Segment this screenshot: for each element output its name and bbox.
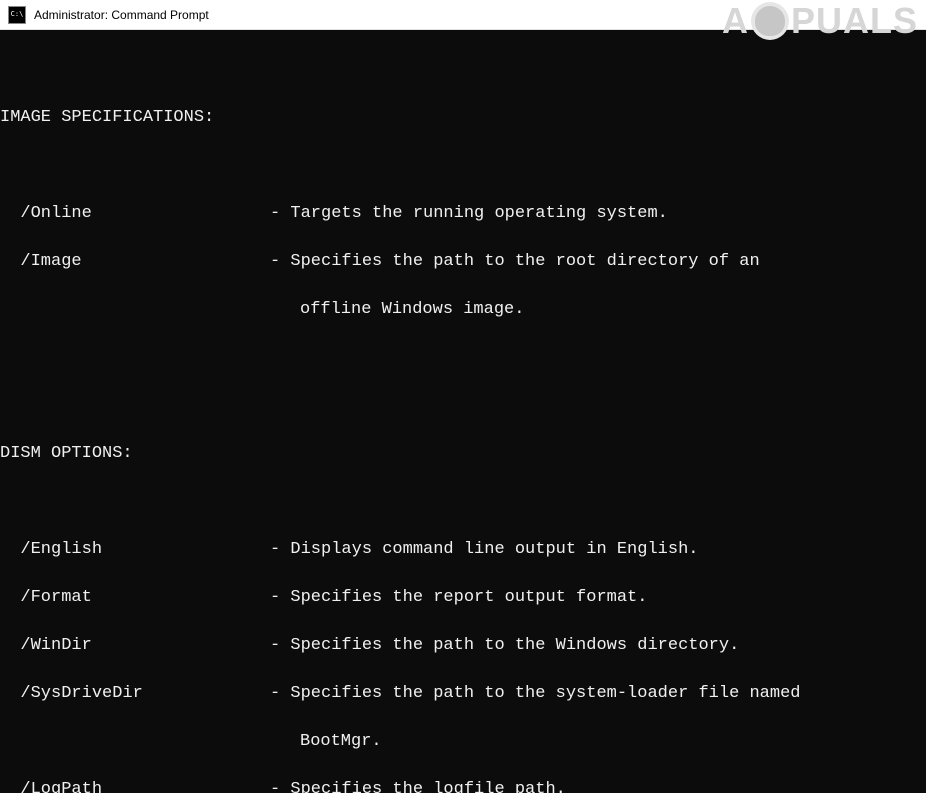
option-name: /Format xyxy=(0,586,270,610)
option-row: /Image- Specifies the path to the root d… xyxy=(0,250,926,274)
option-name: /Online xyxy=(0,202,270,226)
option-desc: Specifies the report output format. xyxy=(290,586,647,610)
option-name: /English xyxy=(0,538,270,562)
section-header-image-specs: IMAGE SPECIFICATIONS: xyxy=(0,106,926,130)
option-sep: - xyxy=(270,202,290,226)
option-row: /SysDriveDir- Specifies the path to the … xyxy=(0,682,926,706)
option-row: /WinDir- Specifies the path to the Windo… xyxy=(0,634,926,658)
option-name: /WinDir xyxy=(0,634,270,658)
option-sep: - xyxy=(270,682,290,706)
option-desc: Specifies the path to the system-loader … xyxy=(290,682,800,706)
option-desc-continuation: BootMgr. xyxy=(0,730,926,754)
watermark-suffix: PUALS xyxy=(791,0,918,42)
window-title: Administrator: Command Prompt xyxy=(34,8,209,22)
section-header-dism-options: DISM OPTIONS: xyxy=(0,442,926,466)
option-name: /LogPath xyxy=(0,778,270,793)
brand-watermark: A PUALS xyxy=(722,0,918,42)
option-sep: - xyxy=(270,538,290,562)
watermark-prefix: A xyxy=(722,0,749,42)
watermark-logo-icon xyxy=(751,2,789,40)
option-row: /English- Displays command line output i… xyxy=(0,538,926,562)
option-desc: Displays command line output in English. xyxy=(290,538,698,562)
option-desc: Specifies the path to the Windows direct… xyxy=(290,634,739,658)
option-name: /Image xyxy=(0,250,270,274)
option-row: /Format- Specifies the report output for… xyxy=(0,586,926,610)
option-sep: - xyxy=(270,250,290,274)
option-row: /Online- Targets the running operating s… xyxy=(0,202,926,226)
option-desc: Specifies the path to the root directory… xyxy=(290,250,759,274)
option-sep: - xyxy=(270,778,290,793)
cmd-icon xyxy=(8,6,26,24)
option-sep: - xyxy=(270,634,290,658)
option-desc-continuation: offline Windows image. xyxy=(0,298,926,322)
option-desc: Targets the running operating system. xyxy=(290,202,667,226)
terminal-viewport[interactable]: IMAGE SPECIFICATIONS: /Online- Targets t… xyxy=(0,30,926,793)
option-name: /SysDriveDir xyxy=(0,682,270,706)
option-row: /LogPath- Specifies the logfile path. xyxy=(0,778,926,793)
option-sep: - xyxy=(270,586,290,610)
option-desc: Specifies the logfile path. xyxy=(290,778,565,793)
